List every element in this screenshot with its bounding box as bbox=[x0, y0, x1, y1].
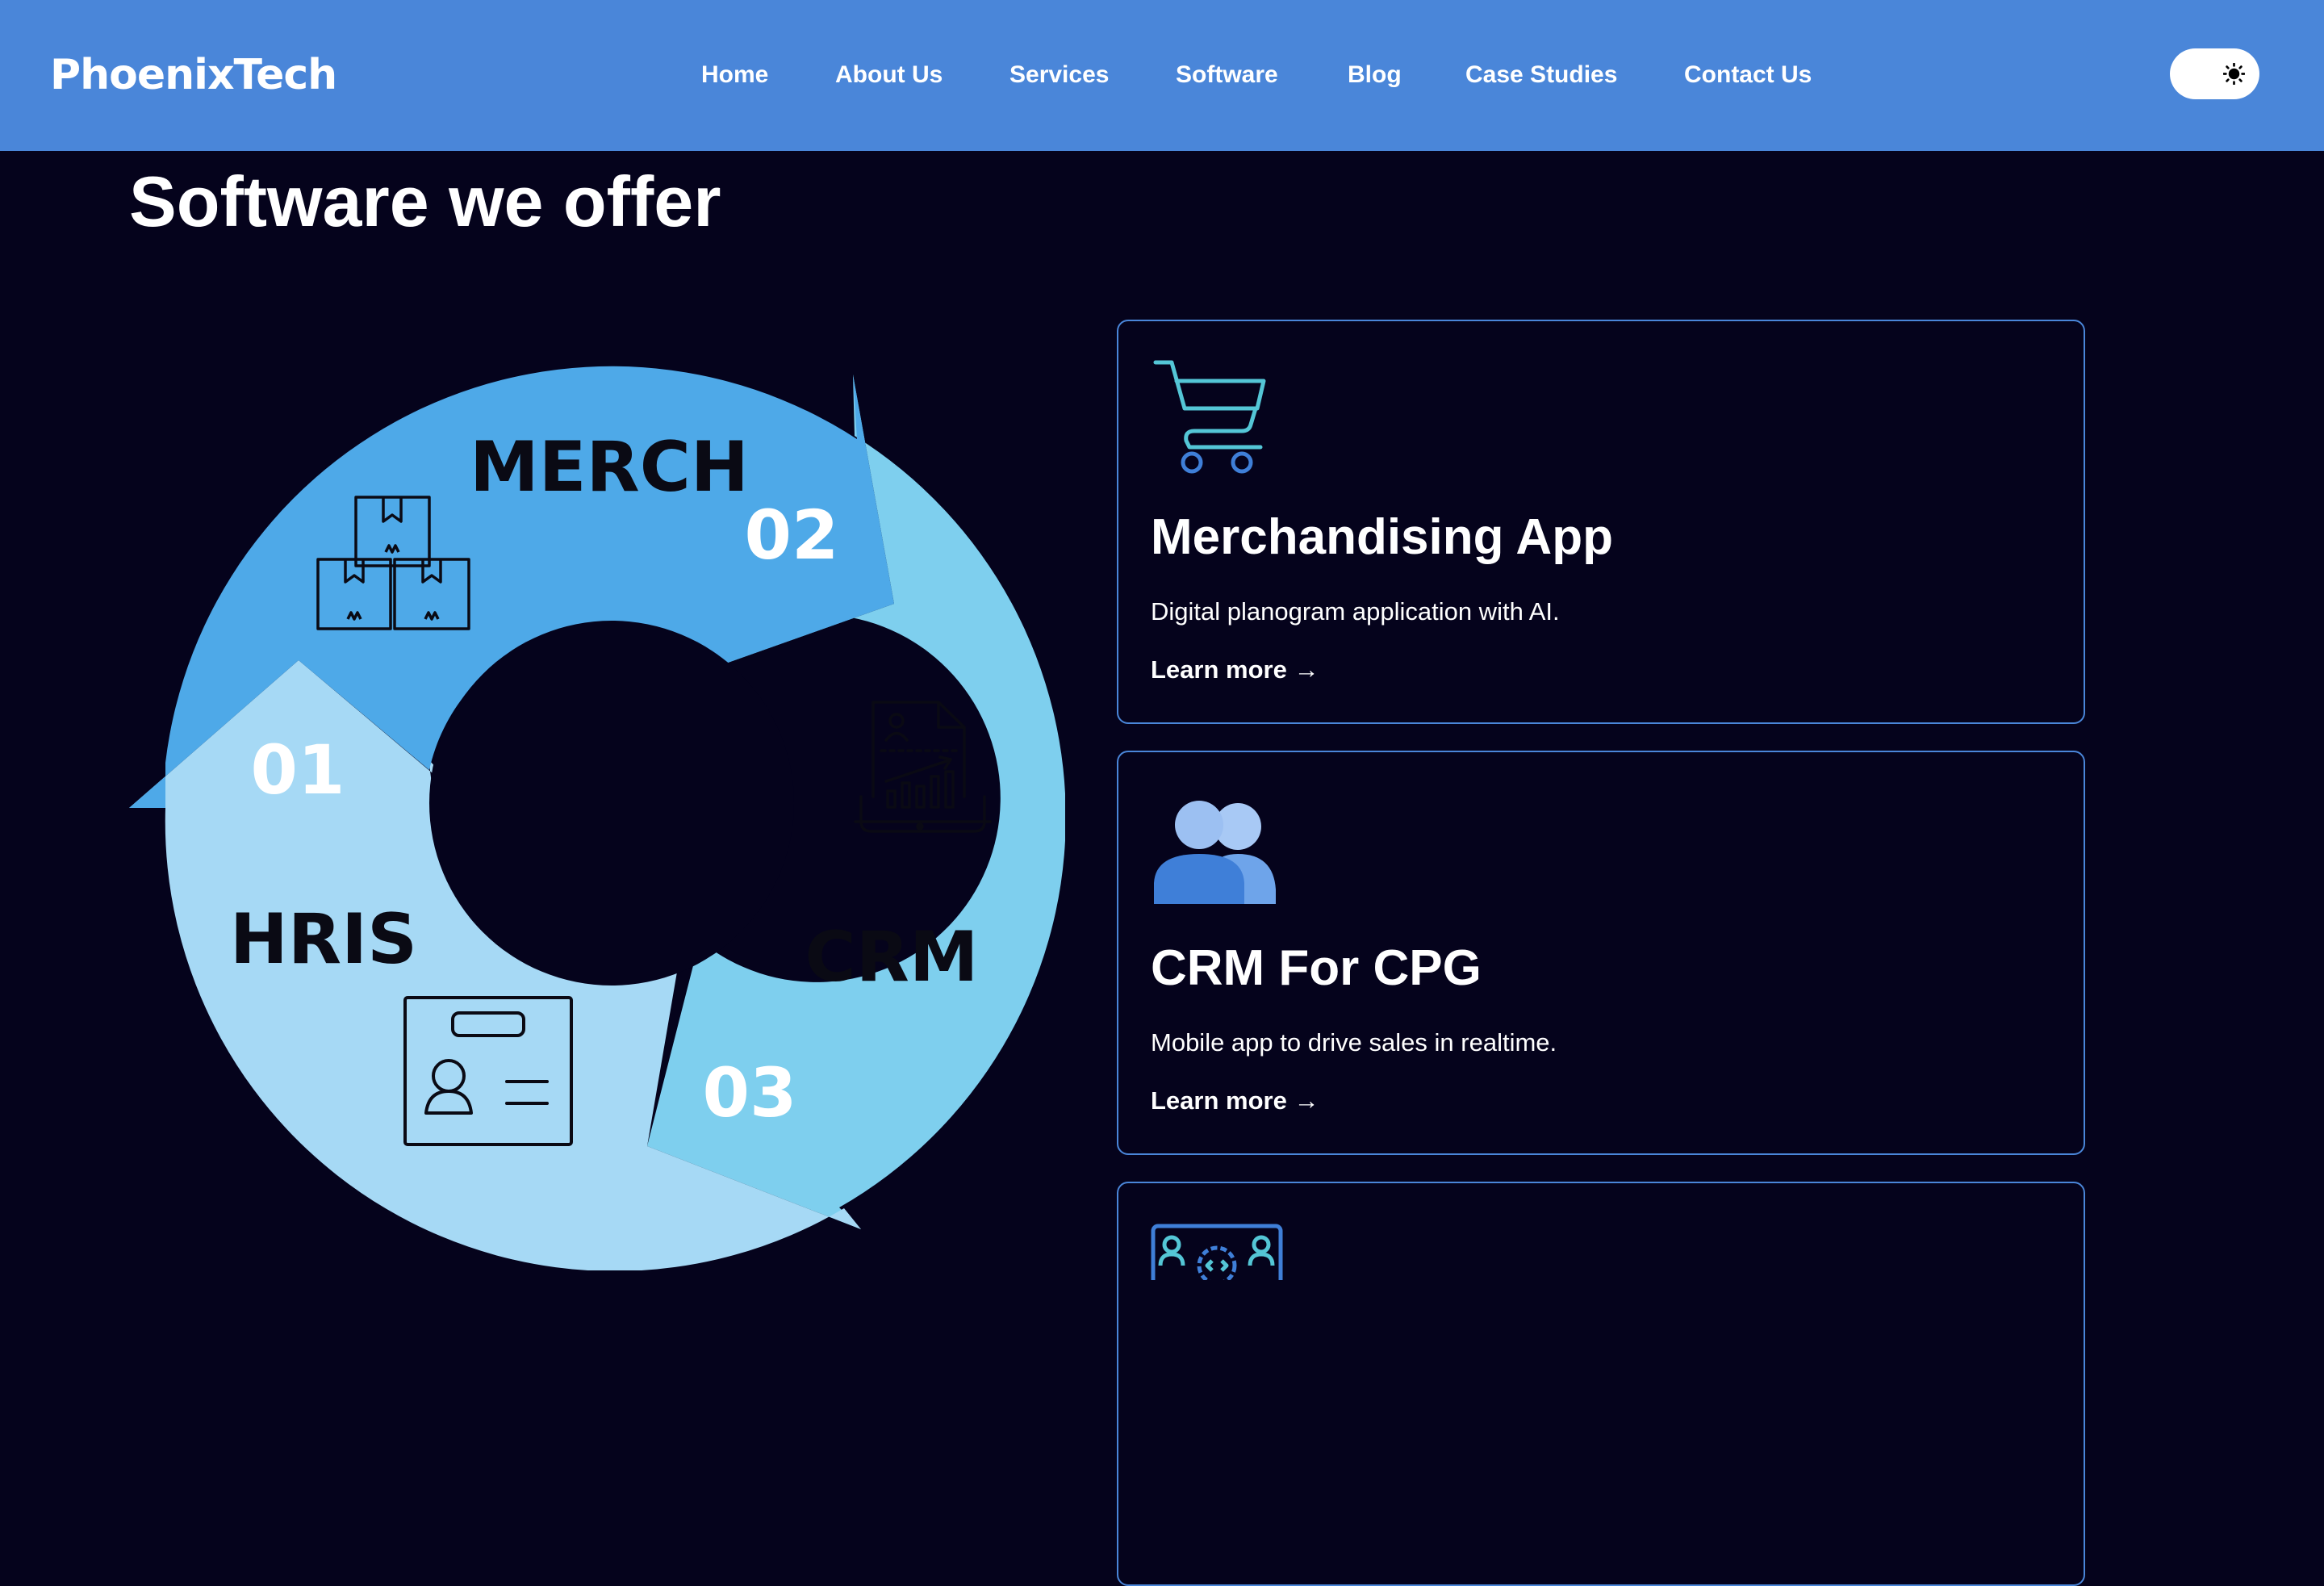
nav-blog[interactable]: Blog bbox=[1348, 56, 1402, 94]
merch-label: MERCH bbox=[470, 427, 749, 508]
software-card-third bbox=[1117, 1182, 2085, 1586]
dev-team-icon bbox=[1151, 1224, 1283, 1280]
card-title: CRM For CPG bbox=[1151, 940, 1482, 996]
shopping-cart-icon bbox=[1153, 360, 1266, 474]
hris-label: HRIS bbox=[230, 899, 417, 980]
theme-toggle[interactable] bbox=[2170, 48, 2259, 99]
crm-number: 03 bbox=[703, 1053, 797, 1132]
nav-services[interactable]: Services bbox=[1009, 56, 1109, 94]
site-header: PhoenixTech Home About Us Services Softw… bbox=[0, 0, 2324, 151]
card-description: Mobile app to drive sales in realtime. bbox=[1151, 1028, 1557, 1057]
software-card-crm: CRM For CPG Mobile app to drive sales in… bbox=[1117, 751, 2085, 1155]
sun-icon bbox=[2223, 63, 2245, 85]
sales-report-icon bbox=[854, 701, 992, 833]
nav-about-us[interactable]: About Us bbox=[835, 56, 943, 94]
software-card-merchandising: Merchandising App Digital planogram appl… bbox=[1117, 320, 2085, 724]
nav-contact-us[interactable]: Contact Us bbox=[1684, 56, 1812, 94]
crm-label: CRM bbox=[805, 917, 979, 998]
learn-more-link[interactable]: Learn more → bbox=[1151, 1085, 1319, 1117]
card-description: Digital planogram application with AI. bbox=[1151, 597, 1560, 626]
diagram-center bbox=[429, 621, 794, 985]
software-cycle-diagram: MERCH CRM HRIS 02 01 03 bbox=[129, 366, 1065, 1270]
nav-home[interactable]: Home bbox=[701, 56, 768, 94]
nav-software[interactable]: Software bbox=[1176, 56, 1278, 94]
users-icon bbox=[1154, 801, 1276, 904]
hris-number: 01 bbox=[251, 730, 345, 810]
logo[interactable]: PhoenixTech bbox=[50, 47, 337, 103]
page-title: Software we offer bbox=[129, 161, 721, 241]
card-title: Merchandising App bbox=[1151, 509, 1613, 565]
learn-more-link[interactable]: Learn more → bbox=[1151, 654, 1319, 686]
nav-case-studies[interactable]: Case Studies bbox=[1465, 56, 1617, 94]
merch-number: 02 bbox=[745, 496, 839, 575]
